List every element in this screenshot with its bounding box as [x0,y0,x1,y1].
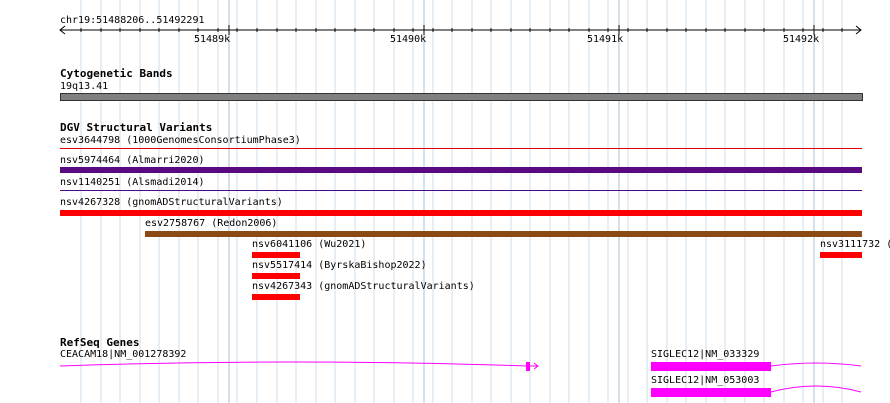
gene-exon [526,362,530,371]
gene-intron-line [59,361,528,367]
gene-intron-line [770,362,862,367]
gene-exon [651,388,771,397]
gene-models[interactable] [0,0,890,403]
gene-intron-line [770,385,862,393]
gene-exon [651,362,771,371]
